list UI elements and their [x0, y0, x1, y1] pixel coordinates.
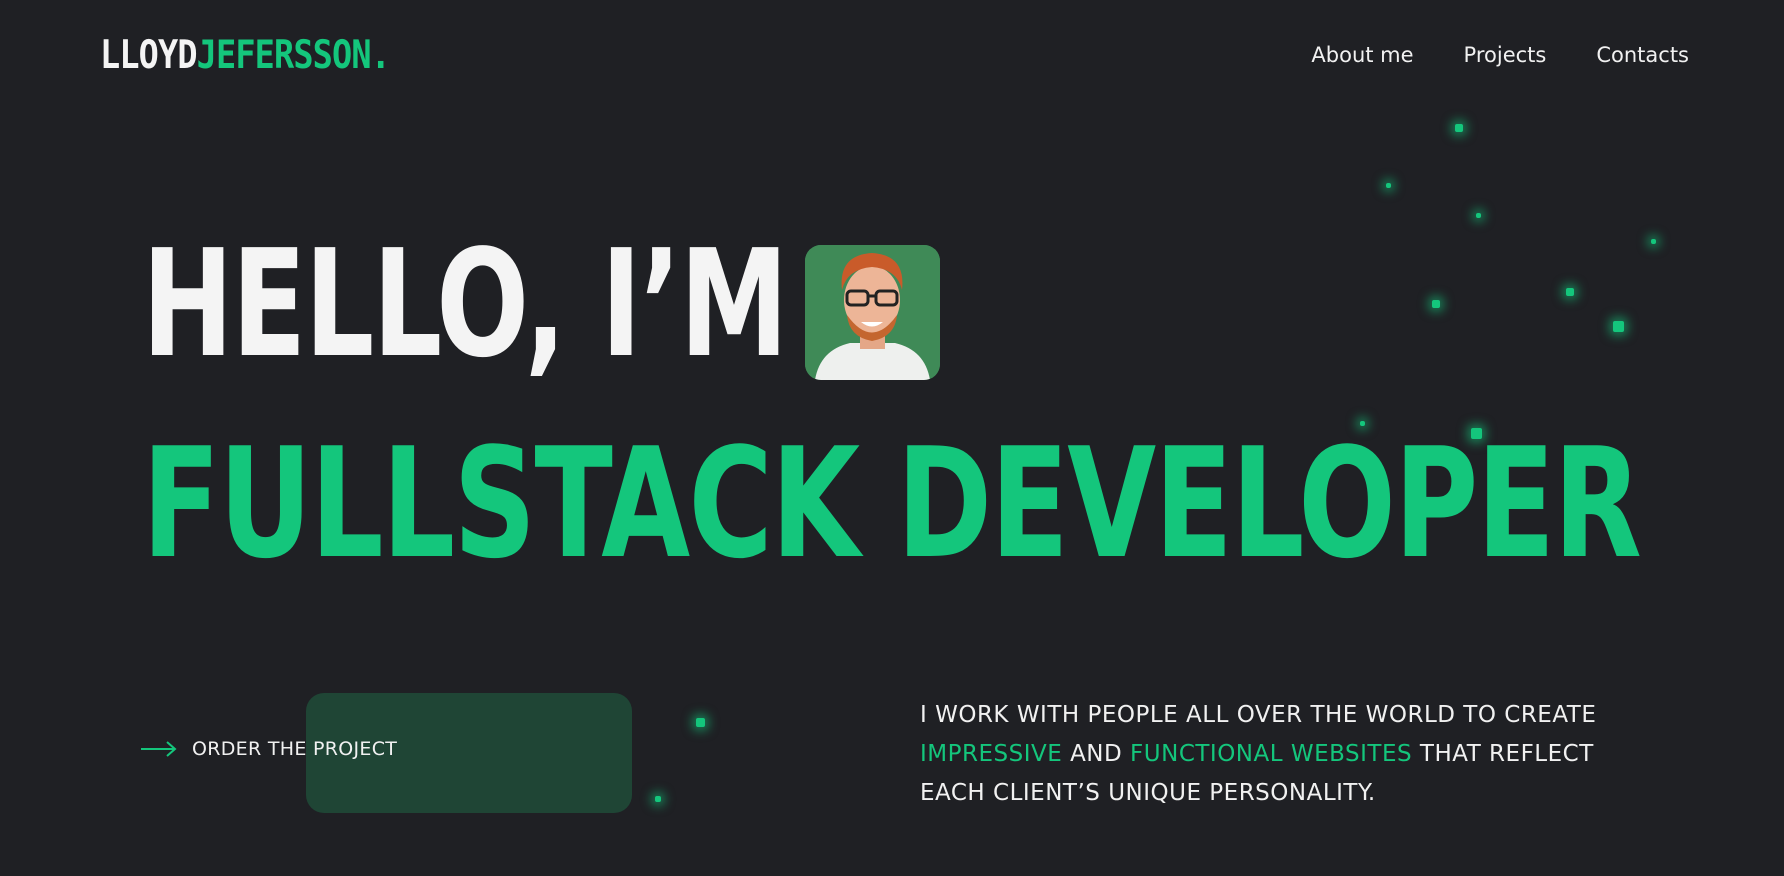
order-project-label: ORDER THE PROJECT	[192, 738, 398, 760]
tagline-text: AND	[1070, 741, 1123, 767]
logo-last-name: JEFERSSON.	[196, 33, 391, 78]
glow-particle	[1651, 239, 1656, 244]
site-logo[interactable]: LLOYDJEFERSSON.	[100, 33, 391, 78]
nav-projects[interactable]: Projects	[1464, 40, 1547, 70]
hero-role: FULLSTACK DEVELOPER	[142, 415, 1642, 592]
tagline-text: I WORK WITH PEOPLE ALL OVER THE WORLD TO…	[920, 702, 1597, 728]
hero-greeting: HELLO, I’M	[142, 218, 788, 390]
glow-particle	[1386, 183, 1391, 188]
nav-contacts[interactable]: Contacts	[1596, 40, 1689, 70]
glow-particle	[696, 718, 705, 727]
glow-particle	[1566, 288, 1574, 296]
logo-first-name: LLOYD	[100, 33, 198, 78]
tagline-highlight-impressive: IMPRESSIVE	[920, 741, 1063, 767]
glow-particle	[1613, 321, 1624, 332]
tagline-highlight-functional: FUNCTIONAL WEBSITES	[1130, 741, 1413, 767]
arrow-right-icon	[141, 741, 177, 757]
hero-tagline: I WORK WITH PEOPLE ALL OVER THE WORLD TO…	[920, 696, 1640, 813]
glow-particle	[1432, 300, 1440, 308]
profile-photo	[805, 245, 940, 380]
glow-particle	[1476, 213, 1481, 218]
nav-about-me[interactable]: About me	[1311, 40, 1413, 70]
glow-particle	[1455, 124, 1463, 132]
glow-particle	[655, 796, 661, 802]
main-nav: About me Projects Contacts	[1311, 40, 1689, 70]
avatar-illustration	[805, 245, 940, 380]
order-project-button[interactable]: ORDER THE PROJECT	[140, 738, 397, 760]
